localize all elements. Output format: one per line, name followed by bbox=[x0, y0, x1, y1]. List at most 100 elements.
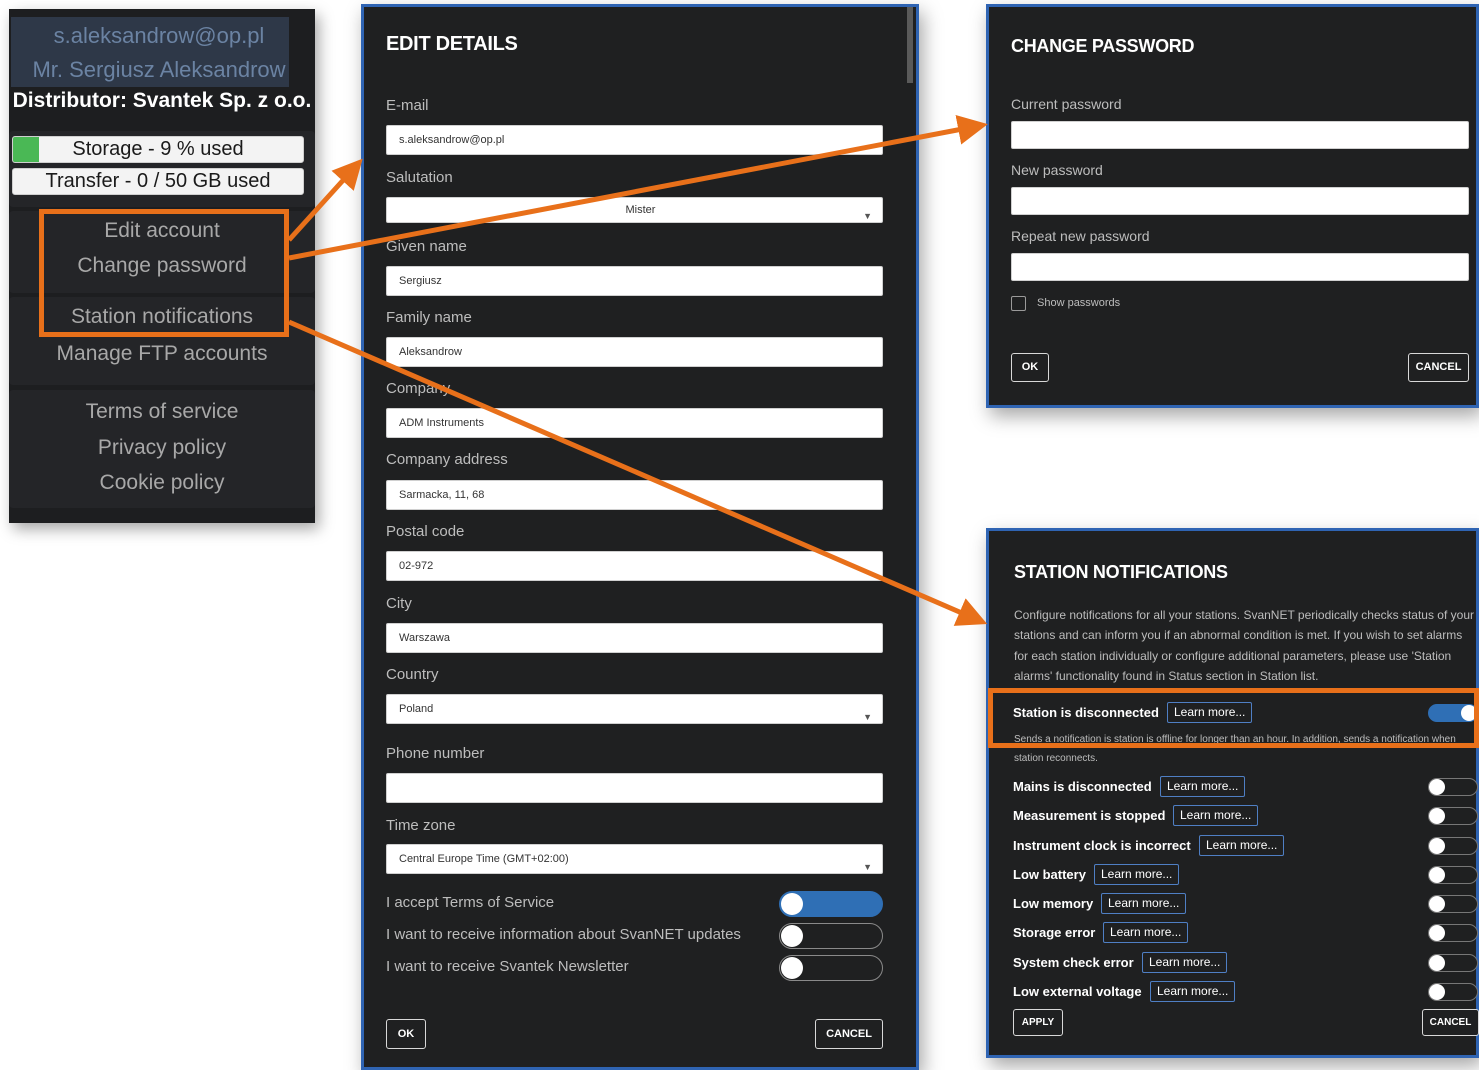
learn-more-button[interactable]: Learn more... bbox=[1160, 776, 1246, 797]
notification-toggle[interactable] bbox=[1428, 924, 1478, 942]
timezone-label: Time zone bbox=[386, 817, 456, 834]
change-password-dialog: CHANGE PASSWORD Current password New pas… bbox=[986, 4, 1479, 408]
dialog-title: CHANGE PASSWORD bbox=[1011, 36, 1195, 56]
toggle-knob bbox=[1429, 808, 1445, 824]
accept-terms-label: I accept Terms of Service bbox=[386, 894, 555, 911]
notification-row: Low external voltage Learn more... bbox=[1013, 981, 1479, 1005]
toggle-knob bbox=[781, 925, 803, 947]
notification-label: Instrument clock is incorrect bbox=[1013, 838, 1191, 853]
salutation-value: Mister bbox=[625, 204, 656, 216]
scrollbar[interactable] bbox=[907, 7, 913, 83]
menu-cookie[interactable]: Cookie policy bbox=[9, 471, 315, 495]
family-name-field[interactable]: Aleksandrow bbox=[386, 337, 883, 367]
account-header: s.aleksandrow@op.pl Mr. Sergiusz Aleksan… bbox=[11, 17, 289, 87]
transfer-label: Transfer - 0 / 50 GB used bbox=[45, 170, 271, 192]
learn-more-button[interactable]: Learn more... bbox=[1142, 952, 1228, 973]
city-field[interactable]: Warszawa bbox=[386, 623, 883, 653]
notification-row: Low battery Learn more... bbox=[1013, 864, 1479, 888]
dialog-title: EDIT DETAILS bbox=[386, 33, 518, 55]
learn-more-button[interactable]: Learn more... bbox=[1199, 835, 1285, 856]
ok-button[interactable]: OK bbox=[386, 1019, 426, 1049]
learn-more-button[interactable]: Learn more... bbox=[1101, 893, 1187, 914]
learn-more-button[interactable]: Learn more... bbox=[1173, 805, 1259, 826]
current-password-label: Current password bbox=[1011, 96, 1122, 112]
show-passwords-checkbox[interactable] bbox=[1011, 296, 1026, 311]
toggle-knob bbox=[781, 893, 803, 915]
storage-label: Storage - 9 % used bbox=[72, 138, 244, 160]
account-name: Mr. Sergiusz Aleksandrow bbox=[32, 57, 286, 82]
notification-label: Low battery bbox=[1013, 867, 1086, 882]
current-password-field[interactable] bbox=[1011, 121, 1469, 149]
toggle-knob bbox=[1429, 925, 1445, 941]
city-label: City bbox=[386, 595, 412, 612]
notification-toggle[interactable] bbox=[1428, 866, 1478, 884]
learn-more-button[interactable]: Learn more... bbox=[1103, 922, 1189, 943]
salutation-label: Salutation bbox=[386, 169, 453, 186]
notification-row: Station is disconnected Learn more... bbox=[1013, 702, 1479, 726]
cancel-button[interactable]: CANCEL bbox=[1422, 1009, 1479, 1036]
account-email: s.aleksandrow@op.pl bbox=[53, 23, 265, 48]
company-label: Company bbox=[386, 380, 451, 397]
postal-code-field[interactable]: 02-972 bbox=[386, 551, 883, 581]
toggle-knob bbox=[1429, 955, 1445, 971]
toggle-knob bbox=[1429, 838, 1445, 854]
notification-toggle[interactable] bbox=[1428, 778, 1478, 796]
updates-toggle[interactable] bbox=[779, 923, 883, 949]
notification-label: Mains is disconnected bbox=[1013, 779, 1152, 794]
new-password-field[interactable] bbox=[1011, 187, 1469, 215]
notification-row: Low memory Learn more... bbox=[1013, 893, 1479, 917]
transfer-bar: Transfer - 0 / 50 GB used bbox=[12, 168, 304, 195]
notification-toggle[interactable] bbox=[1428, 983, 1478, 1001]
learn-more-button[interactable]: Learn more... bbox=[1094, 864, 1180, 885]
email-label: E-mail bbox=[386, 97, 429, 114]
menu-edit-account[interactable]: Edit account bbox=[9, 219, 315, 243]
menu-manage-ftp[interactable]: Manage FTP accounts bbox=[9, 342, 315, 366]
newsletter-toggle[interactable] bbox=[779, 955, 883, 981]
notification-toggle[interactable] bbox=[1428, 704, 1478, 722]
company-address-label: Company address bbox=[386, 451, 508, 468]
email-field[interactable]: s.aleksandrow@op.pl bbox=[386, 125, 883, 155]
given-name-label: Given name bbox=[386, 238, 467, 255]
salutation-select[interactable]: Mister ▼ bbox=[386, 197, 883, 223]
notification-toggle[interactable] bbox=[1428, 807, 1478, 825]
timezone-select[interactable]: Central Europe Time (GMT+02:00) ▼ bbox=[386, 844, 883, 874]
toggle-knob bbox=[1429, 896, 1445, 912]
account-links-block: Edit account Change password bbox=[9, 211, 315, 293]
menu-change-password[interactable]: Change password bbox=[9, 254, 315, 278]
notification-toggle[interactable] bbox=[1428, 954, 1478, 972]
notification-toggle[interactable] bbox=[1428, 837, 1478, 855]
account-menu: s.aleksandrow@op.pl Mr. Sergiusz Aleksan… bbox=[9, 9, 315, 523]
learn-more-button[interactable]: Learn more... bbox=[1167, 702, 1253, 723]
cancel-button[interactable]: CANCEL bbox=[815, 1019, 883, 1049]
menu-privacy[interactable]: Privacy policy bbox=[9, 436, 315, 460]
company-address-field[interactable]: Sarmacka, 11, 68 bbox=[386, 480, 883, 510]
apply-button[interactable]: APPLY bbox=[1013, 1009, 1063, 1036]
station-notifications-dialog: STATION NOTIFICATIONS Configure notifica… bbox=[986, 528, 1479, 1058]
notification-row: Storage error Learn more... bbox=[1013, 922, 1479, 946]
notification-label: Storage error bbox=[1013, 925, 1096, 940]
cancel-button[interactable]: CANCEL bbox=[1408, 353, 1469, 382]
company-field[interactable]: ADM Instruments bbox=[386, 408, 883, 438]
accept-terms-toggle[interactable] bbox=[779, 891, 883, 917]
postal-code-label: Postal code bbox=[386, 523, 465, 540]
toggle-knob bbox=[1429, 984, 1445, 1000]
notification-row: Instrument clock is incorrect Learn more.… bbox=[1013, 835, 1479, 859]
storage-bar: Storage - 9 % used bbox=[12, 136, 304, 163]
menu-terms[interactable]: Terms of service bbox=[9, 400, 315, 424]
newsletter-label: I want to receive Svantek Newsletter bbox=[386, 958, 629, 975]
repeat-password-field[interactable] bbox=[1011, 253, 1469, 281]
given-name-field[interactable]: Sergiusz bbox=[386, 266, 883, 296]
notification-toggle[interactable] bbox=[1428, 895, 1478, 913]
ok-button[interactable]: OK bbox=[1011, 353, 1049, 382]
country-select[interactable]: Poland ▼ bbox=[386, 694, 883, 724]
phone-field[interactable] bbox=[386, 773, 883, 803]
phone-label: Phone number bbox=[386, 745, 485, 762]
show-passwords-label: Show passwords bbox=[1037, 297, 1121, 309]
menu-station-notifications[interactable]: Station notifications bbox=[9, 305, 315, 329]
station-links-block: Station notifications Manage FTP account… bbox=[9, 297, 315, 385]
timezone-value: Central Europe Time (GMT+02:00) bbox=[399, 853, 569, 865]
legal-links-block: Terms of service Privacy policy Cookie p… bbox=[9, 390, 315, 508]
family-name-label: Family name bbox=[386, 309, 472, 326]
learn-more-button[interactable]: Learn more... bbox=[1150, 981, 1236, 1002]
notification-label: System check error bbox=[1013, 955, 1134, 970]
